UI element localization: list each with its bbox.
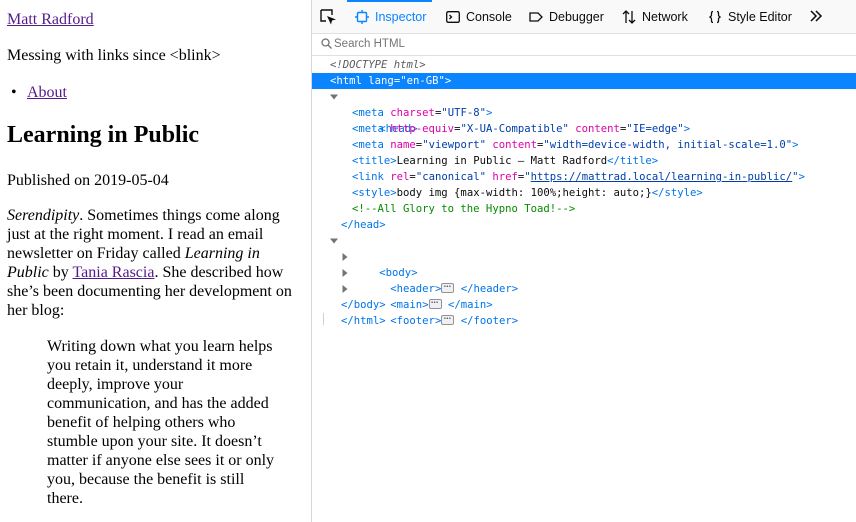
node-title[interactable]: <title>Learning in Public – Matt Radford…: [312, 153, 856, 169]
expand-main-icon[interactable]: [341, 269, 349, 277]
author-link[interactable]: Tania Rascia: [72, 264, 154, 281]
node-meta-http-equiv[interactable]: <meta http-equiv="X-UA-Compatible" conte…: [312, 121, 856, 137]
post-date: Published on 2019-05-04: [7, 172, 169, 189]
meta-viewport-content-attr: content: [492, 139, 538, 151]
node-body[interactable]: <body>: [312, 233, 856, 279]
search-html-input[interactable]: [334, 36, 634, 52]
devtools-panel: Inspector Console Debugger Network Style…: [311, 0, 856, 522]
console-icon: [446, 10, 460, 23]
markup-tree: <!DOCTYPE html> <html lang="en-GB"> <hea…: [312, 57, 856, 329]
tab-inspector[interactable]: Inspector: [346, 0, 433, 33]
post-intro: Serendipity. Sometimes things come along…: [7, 206, 303, 320]
expand-footer-icon[interactable]: [341, 285, 349, 293]
node-footer[interactable]: <footer> </footer>: [312, 281, 856, 327]
tab-console[interactable]: Console: [446, 0, 512, 33]
tab-debugger[interactable]: Debugger: [529, 0, 604, 33]
node-body-close[interactable]: </body>: [312, 297, 856, 313]
node-comment[interactable]: <!--All Glory to the Hypno Toad!-->: [312, 201, 856, 217]
meta-name-val: "viewport": [422, 139, 486, 151]
html-search-bar: [312, 34, 856, 56]
html-lang-attr: lang: [368, 75, 394, 87]
more-tabs-chevron-icon[interactable]: [808, 8, 824, 27]
title-text: Learning in Public – Matt Radford: [396, 155, 608, 167]
link-rel-attr: rel: [390, 171, 410, 183]
network-icon: [622, 9, 636, 24]
node-main[interactable]: <main> </main>: [312, 265, 856, 311]
meta-name-attr: name: [390, 139, 416, 151]
nav-link-about[interactable]: About: [27, 84, 67, 101]
style-text: body img {max-width: 100%;height: auto;}: [396, 187, 652, 199]
html-tag: html: [336, 75, 362, 87]
meta-charset-attr: charset: [390, 107, 435, 119]
node-meta-viewport[interactable]: <meta name="viewport" content="width=dev…: [312, 137, 856, 153]
meta-content-attr: content: [575, 123, 620, 135]
tab-style-editor[interactable]: Style Editor: [708, 0, 792, 33]
tab-style-editor-label: Style Editor: [728, 9, 792, 24]
expand-head-icon[interactable]: [330, 93, 338, 101]
post-title: Learning in Public: [7, 122, 200, 148]
tab-network[interactable]: Network: [622, 0, 688, 33]
intro-emphasis: Serendipity: [7, 207, 80, 224]
meta-content-val: "IE=edge": [626, 123, 684, 135]
tab-network-label: Network: [642, 9, 688, 24]
devtools-toolbar: Inspector Console Debugger Network Style…: [312, 0, 856, 34]
post-blockquote: Writing down what you learn helps you re…: [47, 338, 275, 507]
node-head[interactable]: <head>: [312, 89, 856, 135]
node-link-canonical[interactable]: <link rel="canonical" href="https://matt…: [312, 169, 856, 185]
site-tagline: Messing with links since <blink>: [7, 47, 221, 64]
site-title-link[interactable]: Matt Radford: [7, 10, 94, 29]
node-head-close[interactable]: </head>: [312, 217, 856, 233]
expand-body-icon[interactable]: [330, 237, 338, 245]
doctype-text: <!DOCTYPE html>: [330, 59, 426, 71]
inspector-icon: [355, 9, 369, 24]
tab-console-label: Console: [466, 9, 512, 24]
indent-guide: [323, 313, 324, 325]
node-doctype[interactable]: <!DOCTYPE html>: [312, 57, 856, 73]
nav-item-about: About: [11, 83, 67, 102]
node-header[interactable]: <header> </header>: [312, 249, 856, 295]
search-icon: [321, 38, 332, 52]
intro-text-2: by: [48, 264, 73, 281]
page-viewport: Matt Radford Messing with links since <b…: [0, 0, 311, 522]
meta-viewport-content-val: "width=device-width, initial-scale=1.0": [543, 139, 793, 151]
node-html[interactable]: <html lang="en-GB">: [312, 73, 856, 89]
canonical-url-link[interactable]: https://mattrad.local/learning-in-public…: [531, 171, 793, 183]
element-picker-icon[interactable]: [318, 7, 338, 27]
html-lang-val: "en-GB": [400, 75, 445, 87]
link-href-attr: href: [492, 171, 518, 183]
node-html-close[interactable]: </html>: [312, 313, 856, 329]
expand-header-icon[interactable]: [341, 253, 349, 261]
comment-text: <!--All Glory to the Hypno Toad!-->: [352, 203, 576, 215]
node-style[interactable]: <style>body img {max-width: 100%;height:…: [312, 185, 856, 201]
style-editor-icon: [709, 10, 721, 23]
tab-inspector-label: Inspector: [375, 9, 427, 24]
meta-charset-val: "UTF-8": [441, 107, 486, 119]
meta-http-equiv-val: "X-UA-Compatible": [460, 123, 569, 135]
tab-debugger-label: Debugger: [549, 9, 604, 24]
node-meta-charset[interactable]: <meta charset="UTF-8">: [312, 105, 856, 121]
site-nav: About: [11, 83, 67, 102]
link-rel-val: "canonical": [415, 171, 486, 183]
meta-http-equiv-attr: http-equiv: [390, 123, 455, 135]
debugger-icon: [529, 11, 543, 22]
